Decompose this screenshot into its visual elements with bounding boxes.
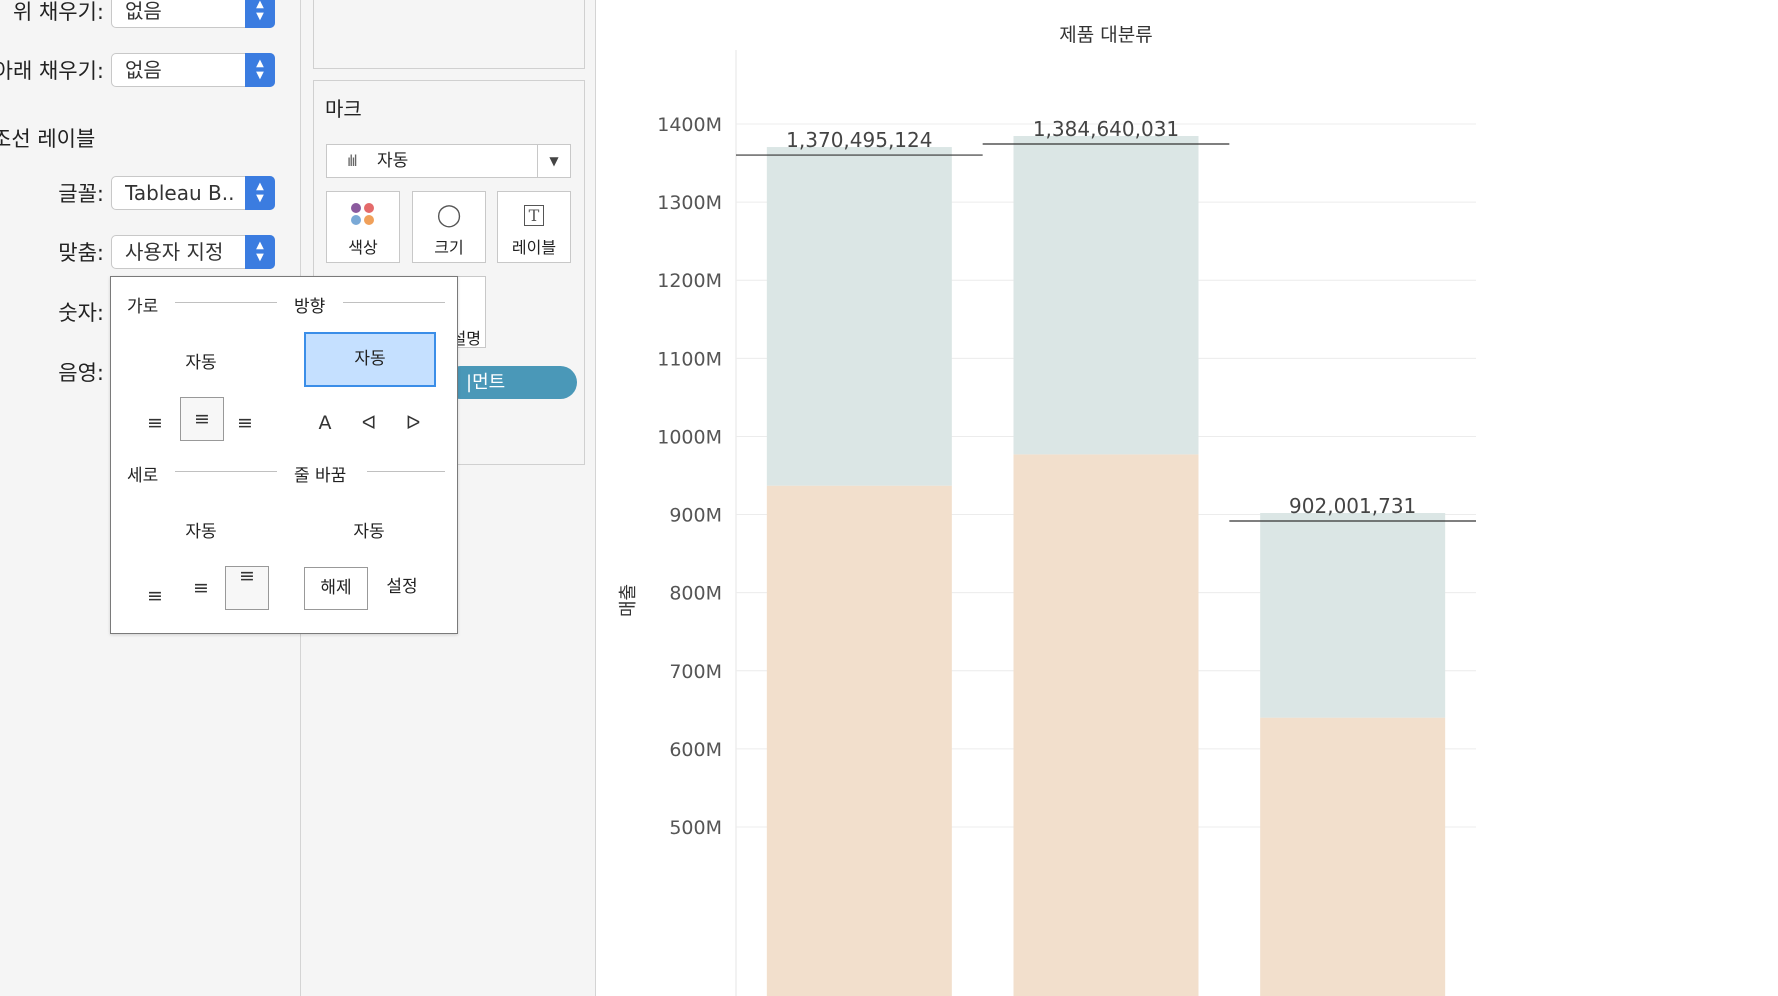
text-rotate-down-icon[interactable]: ᐅ <box>395 405 431 441</box>
color-dots-icon <box>351 202 375 226</box>
fill-above-value: 없음 <box>125 0 162 23</box>
divider <box>175 302 277 303</box>
y-tick-label: 1300M <box>657 192 722 214</box>
y-tick-label: 800M <box>669 583 722 605</box>
size-button[interactable]: ◯ 크기 <box>412 191 486 263</box>
bar-segment <box>1260 717 1446 996</box>
alignment-select[interactable]: 사용자 지정 ▲ ▼ <box>111 235 275 269</box>
total-data-label: 902,001,731 <box>1289 494 1416 518</box>
fill-below-label: 아래 채우기: <box>0 59 104 83</box>
alignment-row: 맞춤: 사용자 지정 ▲ ▼ <box>0 235 300 275</box>
filters-shelf[interactable] <box>313 0 585 69</box>
label-button-label: 레이블 <box>511 238 557 257</box>
chevron-down-icon[interactable]: ▼ <box>537 145 570 177</box>
text-label-icon: T <box>498 202 570 230</box>
chart-svg: 500M 600M 700M 800M 900M 1000M 1100M 1200M 1300M… <box>657 50 1476 996</box>
measure-pill[interactable]: |먼트 <box>444 366 577 399</box>
align-middle-icon[interactable]: ≡ <box>183 573 219 603</box>
horizontal-auto-option[interactable]: 자동 <box>151 348 251 373</box>
direction-auto-option[interactable]: 자동 <box>304 332 436 387</box>
divider <box>175 471 277 472</box>
y-tick-label: 500M <box>669 817 722 839</box>
text-rotate-up-icon[interactable]: ᐊ <box>351 405 387 441</box>
marks-title: 마크 <box>325 97 362 121</box>
horizontal-heading: 가로 <box>127 297 159 317</box>
total-data-label: 1,384,640,031 <box>1033 117 1179 141</box>
alignment-popup: 가로 방향 자동 자동 ≡ ≡ ≡ A ᐊ ᐅ 세로 줄 바꿈 자동 자동 ≡ … <box>110 276 458 634</box>
stepper-icon[interactable]: ▲ ▼ <box>245 53 275 87</box>
fill-below-select[interactable]: 없음 ▲ ▼ <box>111 53 275 87</box>
fill-above-row: 위 채우기: 없음 ▲ ▼ <box>0 0 300 34</box>
y-tick-label: 1000M <box>657 426 722 448</box>
size-button-label: 크기 <box>434 238 464 257</box>
align-right-icon[interactable]: ≡ <box>227 405 263 441</box>
mark-type-value: 자동 <box>377 151 409 171</box>
section-title: 조선 레이블 <box>0 127 96 151</box>
bar-segment <box>766 485 952 996</box>
y-tick-label: 1100M <box>657 348 722 370</box>
text-horizontal-icon[interactable]: A <box>307 405 343 441</box>
mark-type-dropdown[interactable]: ılıl 자동 ▼ <box>326 144 571 178</box>
y-tick-label: 1200M <box>657 270 722 292</box>
font-row: 글꼴: Tableau B.. ▲ ▼ <box>0 176 300 216</box>
numbers-label: 숫자: <box>58 301 104 325</box>
font-label: 글꼴: <box>58 182 104 206</box>
align-bottom-icon[interactable]: ≡ <box>137 581 173 611</box>
y-tick-label: 600M <box>669 739 722 761</box>
stepper-icon[interactable]: ▲ ▼ <box>245 176 275 210</box>
alignment-label: 맞춤: <box>58 241 104 265</box>
bar-segment <box>1013 454 1199 996</box>
bar-segment <box>766 147 952 486</box>
shading-label: 음영: <box>58 361 104 385</box>
bar-segment <box>1013 135 1199 455</box>
align-top-icon[interactable]: ≡ <box>225 566 269 610</box>
align-center-icon[interactable]: ≡ <box>180 397 224 441</box>
bar-chart-icon: ılıl <box>347 152 358 170</box>
y-tick-label: 700M <box>669 661 722 683</box>
vertical-heading: 세로 <box>127 466 159 486</box>
align-left-icon[interactable]: ≡ <box>137 405 173 441</box>
font-select[interactable]: Tableau B.. ▲ ▼ <box>111 176 275 210</box>
wrap-heading: 줄 바꿈 <box>294 466 347 486</box>
stepper-icon[interactable]: ▲ ▼ <box>245 0 275 28</box>
total-data-label: 1,370,495,124 <box>786 128 932 152</box>
fill-above-label: 위 채우기: <box>12 0 104 24</box>
wrap-off-button[interactable]: 해제 <box>304 567 368 610</box>
color-button-label: 색상 <box>348 238 378 257</box>
y-tick-label: 900M <box>669 505 722 527</box>
divider <box>367 471 445 472</box>
wrap-auto-option[interactable]: 자동 <box>319 517 419 542</box>
font-value: Tableau B.. <box>125 181 235 205</box>
stepper-icon[interactable]: ▲ ▼ <box>245 235 275 269</box>
direction-heading: 방향 <box>294 297 326 317</box>
fill-below-row: 아래 채우기: 없음 ▲ ▼ <box>0 53 300 93</box>
color-button[interactable]: 색상 <box>326 191 400 263</box>
vertical-auto-option[interactable]: 자동 <box>151 517 251 542</box>
bar-segment <box>1260 512 1446 718</box>
label-button[interactable]: T 레이블 <box>497 191 571 263</box>
chart-area: 제품 대분류 매출 500M 600M 700M 800M 900M 1000M 1100M… <box>596 0 1778 996</box>
size-circles-icon: ◯ <box>436 203 462 228</box>
divider <box>343 302 445 303</box>
y-tick-label: 1400M <box>657 114 722 136</box>
alignment-value: 사용자 지정 <box>125 240 224 264</box>
fill-below-value: 없음 <box>125 58 162 82</box>
fill-above-select[interactable]: 없음 ▲ ▼ <box>111 0 275 28</box>
wrap-on-button[interactable]: 설정 <box>377 567 427 610</box>
